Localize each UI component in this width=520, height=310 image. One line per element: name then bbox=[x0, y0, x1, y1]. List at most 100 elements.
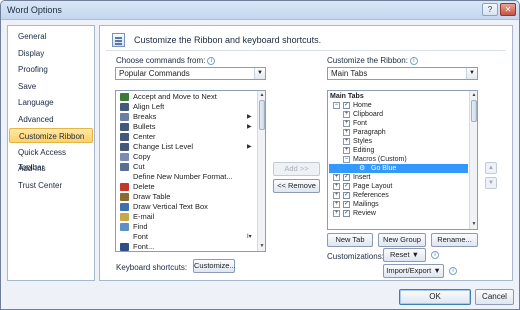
sidebar-item-display[interactable]: Display bbox=[9, 46, 93, 61]
command-icon bbox=[120, 153, 129, 161]
commands-scrollbar[interactable]: ▲ ▼ bbox=[257, 91, 265, 251]
list-item[interactable]: Find bbox=[117, 222, 255, 232]
sidebar-item-quick-access-toolbar[interactable]: Quick Access Toolbar bbox=[9, 145, 93, 172]
sidebar-item-language[interactable]: Language bbox=[9, 95, 93, 110]
customize-ribbon-dropdown[interactable]: Main Tabs ▼ bbox=[327, 67, 478, 80]
tree-item-label: Editing bbox=[353, 147, 375, 154]
tree-item-home[interactable]: − ✓ Home bbox=[329, 101, 468, 110]
scroll-down-icon[interactable]: ▼ bbox=[471, 221, 477, 227]
remove-button[interactable]: << Remove bbox=[273, 179, 320, 193]
import-export-button[interactable]: Import/Export ▼ bbox=[383, 264, 444, 278]
command-label: Cut bbox=[133, 162, 145, 171]
new-tab-button[interactable]: New Tab bbox=[327, 233, 373, 247]
expand-icon[interactable]: + bbox=[343, 120, 350, 127]
scroll-down-icon[interactable]: ▼ bbox=[259, 243, 265, 249]
collapse-icon[interactable]: − bbox=[343, 156, 350, 163]
rename-button[interactable]: Rename... bbox=[431, 233, 478, 247]
chevron-down-icon[interactable]: ▼ bbox=[254, 68, 265, 79]
info-icon: i bbox=[207, 57, 216, 65]
help-button[interactable]: ? bbox=[482, 3, 498, 16]
sidebar-item-add-ins[interactable]: Add-Ins bbox=[9, 161, 93, 176]
list-item[interactable]: Change List Level ▶ bbox=[117, 142, 255, 152]
tree-item-review[interactable]: + ✓ Review bbox=[329, 209, 468, 218]
tree-item-paragraph[interactable]: + Paragraph bbox=[329, 128, 468, 137]
sidebar-item-general[interactable]: General bbox=[9, 29, 93, 44]
title-bar: Word Options ? ✕ bbox=[1, 1, 519, 20]
command-label: Align Left bbox=[133, 102, 165, 111]
checkbox[interactable]: ✓ bbox=[343, 201, 350, 208]
tree-item-insert[interactable]: + ✓ Insert bbox=[329, 173, 468, 182]
page-title: Customize the Ribbon and keyboard shortc… bbox=[134, 35, 322, 45]
sidebar-item-proofing[interactable]: Proofing bbox=[9, 62, 93, 77]
customize-shortcuts-button[interactable]: Customize... bbox=[193, 259, 236, 273]
move-down-button[interactable]: ▼ bbox=[485, 177, 497, 189]
expand-icon[interactable]: + bbox=[333, 201, 340, 208]
list-item[interactable]: Delete bbox=[117, 182, 255, 192]
scroll-up-icon[interactable]: ▲ bbox=[259, 92, 265, 98]
customize-ribbon-icon bbox=[112, 33, 125, 47]
info-icon: i bbox=[449, 267, 457, 275]
tree-item-font[interactable]: + Font bbox=[329, 119, 468, 128]
ribbon-tabs-tree[interactable]: Main Tabs ▲ ▼ − ✓ Home + Clipboard + Font + Para… bbox=[327, 90, 478, 230]
scroll-thumb[interactable] bbox=[259, 100, 265, 130]
expand-icon[interactable]: + bbox=[343, 111, 350, 118]
list-item[interactable]: Align Left bbox=[117, 102, 255, 112]
checkbox[interactable]: ✓ bbox=[343, 102, 350, 109]
list-item[interactable]: Bullets ▶ bbox=[117, 122, 255, 132]
choose-commands-dropdown[interactable]: Popular Commands ▼ bbox=[115, 67, 266, 80]
list-item[interactable]: Define New Number Format... bbox=[117, 172, 255, 182]
command-icon bbox=[120, 103, 129, 111]
choose-commands-text: Choose commands from: bbox=[116, 56, 206, 65]
scroll-up-icon[interactable]: ▲ bbox=[471, 92, 477, 98]
expand-icon[interactable]: + bbox=[333, 210, 340, 217]
expand-icon[interactable]: + bbox=[343, 138, 350, 145]
command-label: E-mail bbox=[133, 212, 155, 221]
tree-item-clipboard[interactable]: + Clipboard bbox=[329, 110, 468, 119]
move-up-button[interactable]: ▲ bbox=[485, 162, 497, 174]
tree-item-references[interactable]: + ✓ References bbox=[329, 191, 468, 200]
add-button[interactable]: Add >> bbox=[273, 162, 320, 176]
tree-item-label: Paragraph bbox=[353, 129, 386, 136]
checkbox[interactable]: ✓ bbox=[343, 210, 350, 217]
list-item[interactable]: Draw Table bbox=[117, 192, 255, 202]
scroll-thumb[interactable] bbox=[471, 100, 477, 122]
expand-icon[interactable]: + bbox=[343, 129, 350, 136]
list-item[interactable]: Draw Vertical Text Box bbox=[117, 202, 255, 212]
list-item[interactable]: Copy bbox=[117, 152, 255, 162]
close-button[interactable]: ✕ bbox=[500, 3, 516, 16]
command-label: Draw Vertical Text Box bbox=[133, 202, 208, 211]
command-icon bbox=[120, 193, 129, 201]
expand-icon[interactable]: + bbox=[343, 147, 350, 154]
commands-list[interactable]: Font... Font I▾ Find E-mail Draw Vertical Tex… bbox=[115, 90, 266, 252]
list-item[interactable]: Center bbox=[117, 132, 255, 142]
tree-item-macros-custom-[interactable]: − Macros (Custom) bbox=[329, 155, 468, 164]
ok-button[interactable]: OK bbox=[399, 289, 471, 305]
expand-icon[interactable]: + bbox=[333, 192, 340, 199]
checkbox[interactable]: ✓ bbox=[343, 174, 350, 181]
chevron-down-icon[interactable]: ▼ bbox=[466, 68, 477, 79]
checkbox[interactable]: ✓ bbox=[343, 192, 350, 199]
expand-icon[interactable]: + bbox=[333, 183, 340, 190]
new-group-button[interactable]: New Group bbox=[378, 233, 426, 247]
tree-item-page-layout[interactable]: + ✓ Page Layout bbox=[329, 182, 468, 191]
sidebar-item-customize-ribbon[interactable]: Customize Ribbon bbox=[9, 128, 93, 143]
collapse-icon[interactable]: − bbox=[333, 102, 340, 109]
list-item[interactable]: Accept and Move to Next bbox=[117, 92, 255, 102]
tree-item-styles[interactable]: + Styles bbox=[329, 137, 468, 146]
list-item[interactable]: Font... bbox=[117, 242, 255, 251]
list-item[interactable]: Cut bbox=[117, 162, 255, 172]
cancel-button[interactable]: Cancel bbox=[475, 289, 514, 305]
expand-icon[interactable]: + bbox=[333, 174, 340, 181]
list-item[interactable]: Breaks ▶ bbox=[117, 112, 255, 122]
sidebar-item-save[interactable]: Save bbox=[9, 79, 93, 94]
sidebar-item-trust-center[interactable]: Trust Center bbox=[9, 178, 93, 193]
reset-button[interactable]: Reset ▼ bbox=[383, 248, 426, 262]
list-item[interactable]: Font I▾ bbox=[117, 232, 255, 242]
list-item[interactable]: E-mail bbox=[117, 212, 255, 222]
tree-item-go-blue[interactable]: ⚙ Go Blue bbox=[329, 164, 468, 173]
tree-item-mailings[interactable]: + ✓ Mailings bbox=[329, 200, 468, 209]
sidebar-item-advanced[interactable]: Advanced bbox=[9, 112, 93, 127]
tree-scrollbar[interactable]: ▲ ▼ bbox=[469, 91, 477, 229]
tree-item-editing[interactable]: + Editing bbox=[329, 146, 468, 155]
checkbox[interactable]: ✓ bbox=[343, 183, 350, 190]
